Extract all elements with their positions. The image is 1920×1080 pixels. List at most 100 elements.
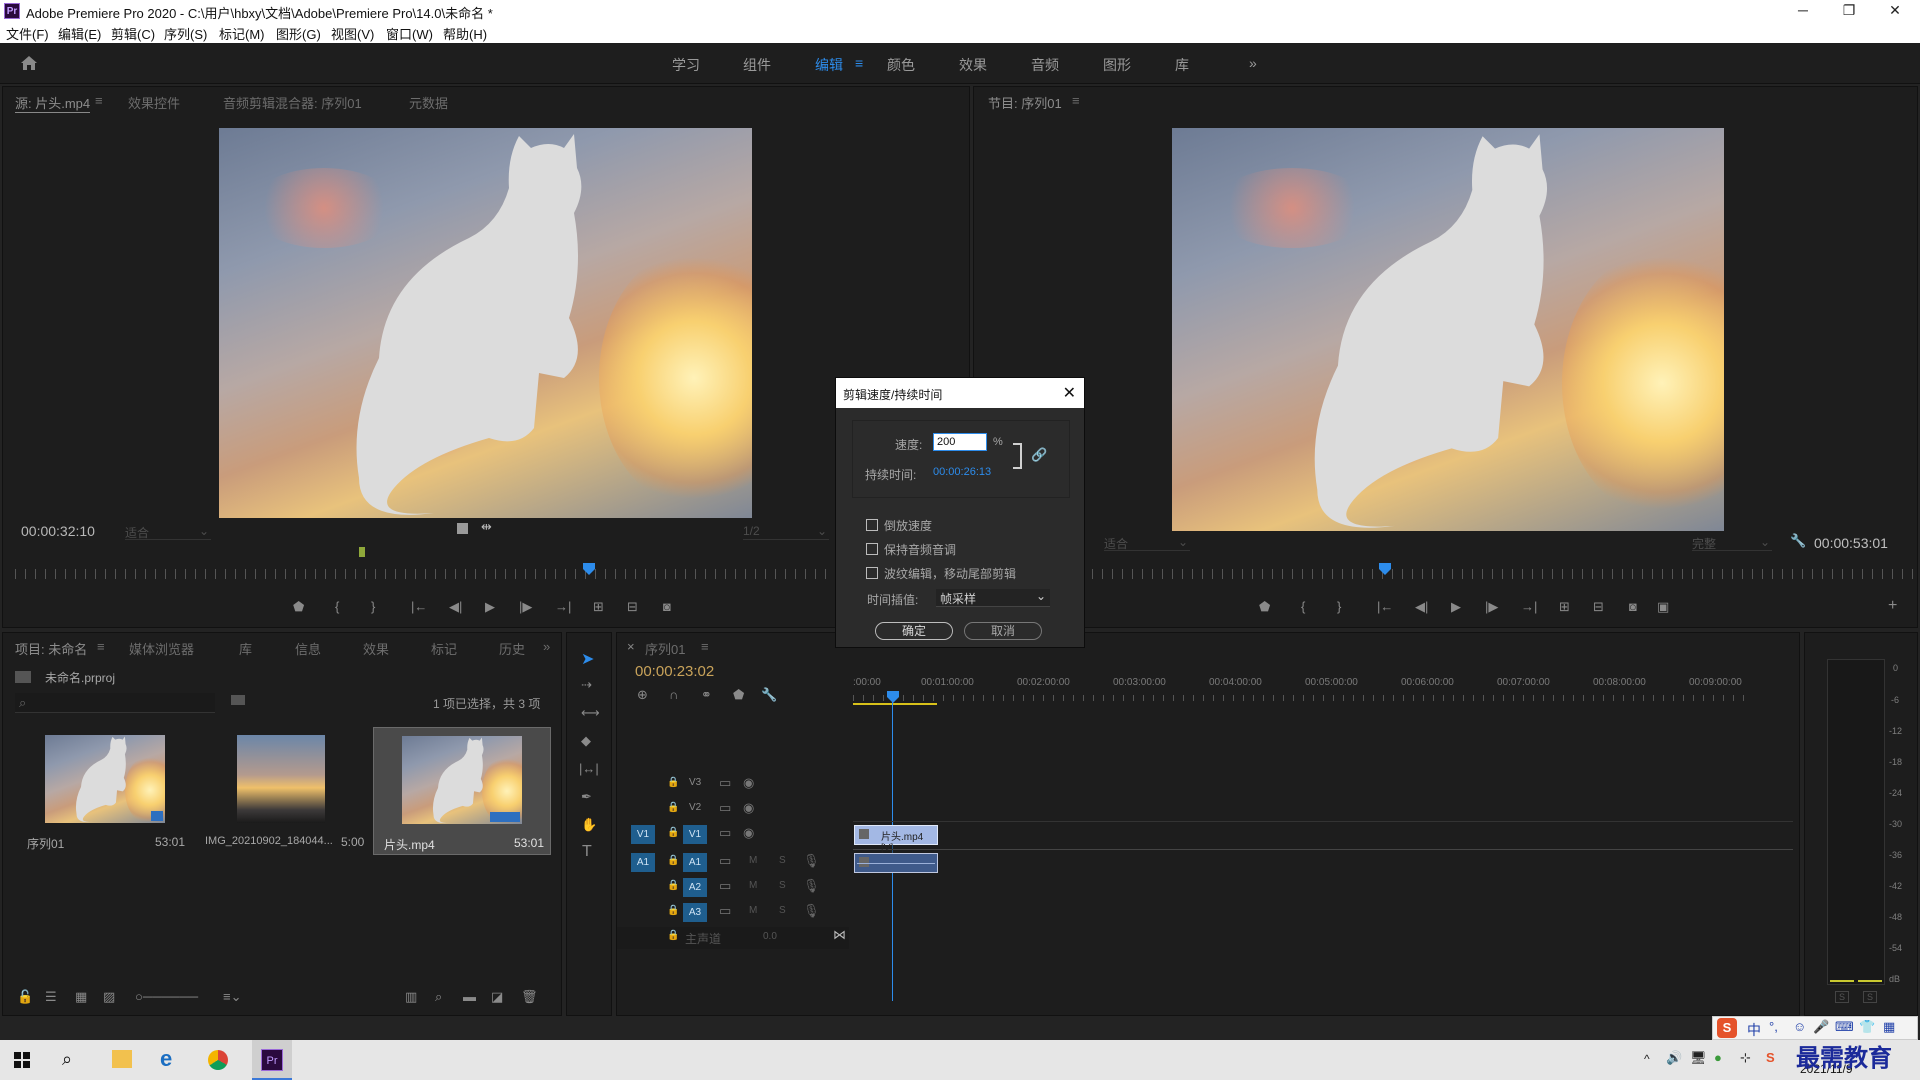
- time-interpolation-dropdown[interactable]: 帧采样 ⌄: [936, 589, 1050, 607]
- menu-file[interactable]: 文件(F): [6, 24, 49, 43]
- program-fit-dropdown[interactable]: 适合 ⌄: [1104, 535, 1190, 551]
- maximize-button[interactable]: ❐: [1826, 0, 1872, 22]
- add-marker-icon[interactable]: ⬟: [293, 599, 304, 615]
- ime-mode-label[interactable]: 中: [1747, 1020, 1761, 1040]
- target-track-a2[interactable]: A2: [683, 878, 707, 897]
- ripple-edit-checkbox[interactable]: [866, 567, 878, 579]
- emoji-icon[interactable]: ☺: [1793, 1019, 1806, 1034]
- source-playhead-icon[interactable]: [583, 563, 595, 575]
- ok-button[interactable]: 确定: [875, 622, 953, 640]
- target-track-a1[interactable]: A1: [683, 853, 707, 872]
- menu-sequence[interactable]: 序列(S): [164, 24, 207, 43]
- microphone-icon[interactable]: 🎙: [803, 903, 820, 919]
- timeline-tab-menu-icon[interactable]: ≡: [701, 639, 709, 654]
- freeform-view-icon[interactable]: ▨: [103, 989, 115, 1005]
- search-icon[interactable]: ⌕: [62, 1049, 72, 1070]
- go-to-out-icon[interactable]: →|: [555, 599, 571, 614]
- extract-icon[interactable]: ⊟: [1593, 599, 1604, 615]
- solo-button[interactable]: S: [779, 905, 786, 916]
- lock-icon[interactable]: 🔒: [667, 880, 679, 891]
- export-frame-icon[interactable]: ◙: [1629, 599, 1637, 614]
- sync-lock-icon[interactable]: ▭: [719, 903, 731, 919]
- mark-in-icon[interactable]: {: [335, 599, 339, 614]
- comparison-view-icon[interactable]: ▣: [1657, 599, 1669, 615]
- new-bin-from-search-icon[interactable]: [231, 695, 245, 705]
- timeline-time-ruler[interactable]: [853, 695, 1753, 701]
- eye-icon[interactable]: ◉: [743, 775, 754, 791]
- chrome-icon[interactable]: [208, 1050, 228, 1070]
- keyboard-icon[interactable]: ⌨: [1835, 1019, 1854, 1035]
- windows-start-icon[interactable]: [14, 1052, 30, 1068]
- selection-tool-icon[interactable]: ➤: [581, 649, 594, 669]
- workspace-graphics[interactable]: 图形: [1103, 55, 1131, 75]
- timeline-timecode[interactable]: 00:00:23:02: [635, 663, 714, 680]
- track-select-tool-icon[interactable]: ⇢: [581, 677, 592, 693]
- project-item-sequence[interactable]: 序列01 53:01: [15, 727, 193, 855]
- tab-sequence[interactable]: 序列01: [645, 639, 685, 658]
- cancel-button[interactable]: 取消: [964, 622, 1042, 640]
- solo-right-button[interactable]: S: [1863, 991, 1878, 1003]
- close-tab-icon[interactable]: ×: [627, 639, 635, 654]
- tab-history[interactable]: 历史: [499, 639, 525, 658]
- project-item-clip-selected[interactable]: 片头.mp4 53:01: [373, 727, 551, 855]
- add-marker-icon[interactable]: ⬟: [1259, 599, 1270, 615]
- insert-icon[interactable]: ⊞: [593, 599, 604, 615]
- overwrite-icon[interactable]: ⊟: [627, 599, 638, 615]
- workspace-libraries[interactable]: 库: [1175, 55, 1189, 75]
- go-to-in-icon[interactable]: |←: [411, 599, 427, 614]
- eye-icon[interactable]: ◉: [743, 825, 754, 841]
- tab-effects[interactable]: 效果: [363, 639, 389, 658]
- tab-audio-clip-mixer[interactable]: 音频剪辑混合器: 序列01: [223, 93, 362, 112]
- go-to-out-icon[interactable]: →|: [1521, 599, 1537, 614]
- workspace-effects[interactable]: 效果: [959, 55, 987, 75]
- step-forward-icon[interactable]: |▶: [1485, 599, 1498, 615]
- lock-icon[interactable]: 🔒: [667, 802, 679, 813]
- sync-lock-icon[interactable]: ▭: [719, 775, 731, 791]
- sogou-logo-icon[interactable]: S: [1717, 1018, 1737, 1038]
- step-back-icon[interactable]: ◀|: [449, 599, 462, 615]
- microphone-icon[interactable]: 🎙: [803, 853, 820, 869]
- close-window-button[interactable]: ✕: [1872, 0, 1918, 22]
- punctuation-icon[interactable]: °,: [1769, 1019, 1778, 1034]
- source-tab-menu-icon[interactable]: ≡: [95, 93, 103, 108]
- find-icon[interactable]: ⌕: [435, 989, 442, 1005]
- link-chain-icon[interactable]: 🔗: [1031, 447, 1047, 463]
- tab-source[interactable]: 源: 片头.mp4: [15, 93, 91, 113]
- tab-effect-controls[interactable]: 效果控件: [128, 93, 180, 112]
- edge-browser-icon[interactable]: e: [160, 1046, 172, 1072]
- sync-lock-icon[interactable]: ▭: [719, 853, 731, 869]
- nest-icon[interactable]: ⊕: [637, 687, 648, 703]
- new-bin-icon[interactable]: ▬: [463, 989, 476, 1004]
- duration-value[interactable]: 00:00:26:13: [933, 466, 991, 478]
- ripple-edit-tool-icon[interactable]: ⟷: [581, 705, 600, 721]
- source-fit-dropdown[interactable]: 适合 ⌄: [125, 524, 211, 540]
- workspace-audio[interactable]: 音频: [1031, 55, 1059, 75]
- wrench-icon[interactable]: 🔧: [1790, 533, 1806, 549]
- program-timecode[interactable]: 00:00:53:01: [1814, 535, 1888, 551]
- target-track-a3[interactable]: A3: [683, 903, 707, 922]
- tab-metadata[interactable]: 元数据: [409, 93, 448, 112]
- lock-icon[interactable]: 🔒: [667, 930, 679, 941]
- solo-button[interactable]: S: [779, 855, 786, 866]
- premiere-taskbar-button[interactable]: Pr: [252, 1040, 292, 1080]
- workspace-color[interactable]: 颜色: [887, 55, 915, 75]
- project-search-input[interactable]: ⌕: [15, 693, 215, 713]
- source-patch-v1[interactable]: V1: [631, 825, 655, 844]
- icon-view-icon[interactable]: ▦: [75, 989, 87, 1005]
- sogou-tray-icon[interactable]: S: [1766, 1050, 1775, 1065]
- workspace-assembly[interactable]: 组件: [743, 55, 771, 75]
- pen-tool-icon[interactable]: ✒: [581, 789, 592, 805]
- lock-icon[interactable]: 🔒: [667, 827, 679, 838]
- maintain-pitch-checkbox[interactable]: [866, 543, 878, 555]
- speed-input[interactable]: 200: [933, 433, 987, 451]
- microphone-icon[interactable]: 🎙: [803, 878, 820, 894]
- mute-button[interactable]: M: [749, 905, 757, 916]
- skin-icon[interactable]: 👕: [1859, 1019, 1875, 1035]
- dialog-close-button[interactable]: ✕: [1063, 383, 1076, 403]
- hand-tool-icon[interactable]: ✋: [581, 817, 597, 833]
- tray-app-icon[interactable]: ●: [1714, 1050, 1722, 1065]
- menu-view[interactable]: 视图(V): [331, 24, 374, 43]
- go-to-in-icon[interactable]: |←: [1377, 599, 1393, 614]
- master-volume[interactable]: 0.0: [763, 931, 777, 942]
- menu-graphics[interactable]: 图形(G): [276, 24, 321, 43]
